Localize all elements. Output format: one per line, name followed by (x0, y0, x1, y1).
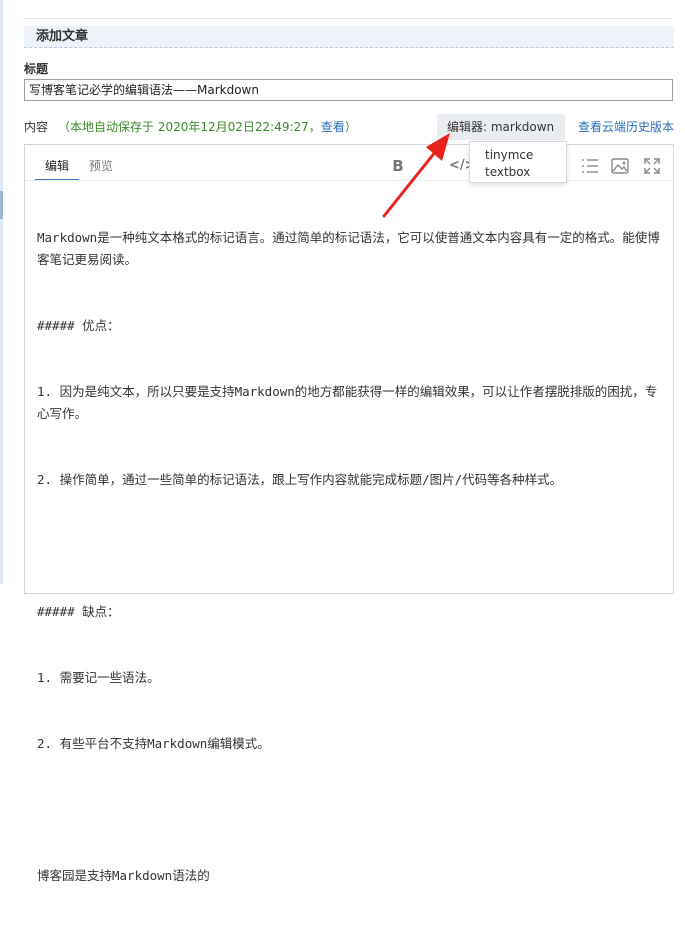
cloud-history-link[interactable]: 查看云端历史版本 (578, 117, 674, 137)
title-label: 标题 (24, 62, 49, 76)
tab-edit[interactable]: 编辑 (34, 157, 80, 181)
text-line: 2. 有些平台不支持Markdown编辑模式。 (37, 736, 270, 751)
text-line: 2. 操作简单，通过一些简单的标记语法，跟上写作内容就能完成标题/图片/代码等各… (37, 472, 563, 487)
markdown-editor: 编辑 预览 B </> Markdown是一种纯文本格式的标记语言。通过简单的标… (24, 144, 675, 883)
text-line (37, 535, 662, 557)
left-panel-marker (0, 191, 3, 219)
section-header: 添加文章 (24, 26, 674, 48)
list-icon[interactable] (579, 155, 601, 177)
text-line: 1. 因为是纯文本，所以只要是支持Markdown的地方都能获得一样的编辑效果，… (37, 384, 658, 421)
fullscreen-icon[interactable] (641, 155, 663, 177)
text-line: Markdown是一种纯文本格式的标记语言。通过简单的标记语法，它可以使普通文本… (37, 230, 660, 267)
title-input[interactable]: 写博客笔记必学的编辑语法——Markdown (24, 79, 673, 101)
content-label: 内容 (24, 120, 49, 134)
editor-textarea[interactable]: Markdown是一种纯文本格式的标记语言。通过简单的标记语法，它可以使普通文本… (37, 183, 662, 931)
content-row: 内容 （本地自动保存于 2020年12月02日22:49:27，查看） 编辑器:… (24, 114, 674, 156)
image-icon[interactable] (609, 155, 631, 177)
view-autosave-link[interactable]: 查看 (321, 120, 345, 134)
text-line: ##### 缺点： (37, 604, 120, 619)
dropdown-option-tinymce[interactable]: tinymce (485, 147, 533, 164)
text-line: 1. 需要记一些语法。 (37, 670, 160, 685)
left-panel-edge (0, 0, 3, 584)
tab-divider (25, 180, 675, 181)
tab-preview[interactable]: 预览 (89, 157, 113, 174)
text-line (37, 799, 662, 821)
annotation-arrow (382, 133, 450, 218)
autosave-status: （本地自动保存于 2020年12月02日22:49:27，查看） (58, 120, 357, 134)
editor-dropdown-menu: tinymce textbox (469, 141, 567, 183)
text-line: ##### 优点： (37, 318, 120, 333)
dropdown-option-textbox[interactable]: textbox (485, 164, 530, 181)
top-divider (22, 18, 672, 19)
editor-switch-label: 编辑器: markdown (447, 120, 555, 134)
text-line: 博客园是支持Markdown语法的 (37, 868, 210, 883)
